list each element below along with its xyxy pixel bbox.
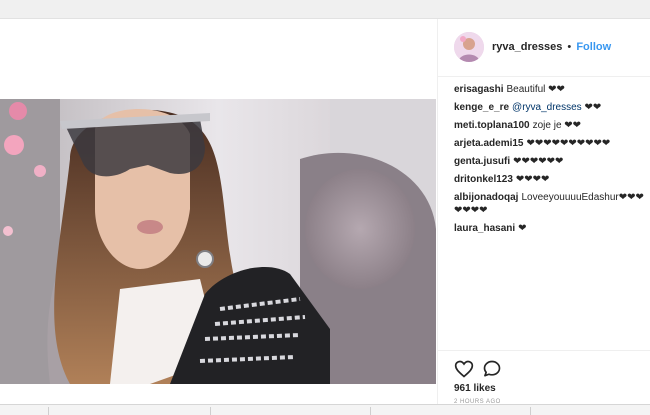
comment-text: ❤❤: [584, 102, 602, 113]
post-header-line: ryva_dresses • Follow: [492, 41, 611, 53]
comment-text: Beautiful ❤❤: [506, 84, 565, 95]
comment-username[interactable]: arjeta.ademi15: [454, 138, 524, 149]
comments-list: erisagashi Beautiful ❤❤ kenge_e_re @ryva_d…: [454, 83, 646, 240]
comment-text: ❤: [518, 223, 527, 234]
likes-count[interactable]: 961 likes: [454, 383, 496, 394]
comment-text: zoje je ❤❤: [532, 120, 582, 131]
post-photo[interactable]: [0, 99, 436, 384]
comment-mention[interactable]: @ryva_dresses: [512, 102, 582, 113]
follow-button[interactable]: Follow: [576, 41, 611, 53]
comment-icon[interactable]: [482, 359, 502, 379]
post-image: [0, 99, 436, 384]
comment-text: ❤❤❤❤❤❤❤❤❤❤: [526, 138, 611, 149]
avatar-image: [454, 32, 484, 62]
comment-4: arjeta.ademi15 ❤❤❤❤❤❤❤❤❤❤: [454, 137, 646, 150]
comment-username[interactable]: genta.jusufi: [454, 156, 510, 167]
comment-3: meti.toplana100 zoje je ❤❤: [454, 119, 646, 132]
comment-username[interactable]: kenge_e_re: [454, 102, 509, 113]
comment-2: kenge_e_re @ryva_dresses ❤❤: [454, 101, 646, 114]
post-actions: 961 likes 2 HOURS AGO: [438, 350, 650, 406]
comment-5: genta.jusufi ❤❤❤❤❤❤: [454, 155, 646, 168]
comment-username[interactable]: dritonkel123: [454, 174, 513, 185]
header-separator: •: [567, 41, 572, 53]
comment-8: laura_hasani ❤: [454, 222, 646, 235]
bottom-taskbar: [0, 404, 650, 415]
comment-text: ❤❤❤❤: [515, 174, 550, 185]
avatar[interactable]: [454, 32, 484, 62]
comment-username[interactable]: meti.toplana100: [454, 120, 530, 131]
post-username[interactable]: ryva_dresses: [492, 41, 562, 53]
post-header: ryva_dresses • Follow: [438, 19, 650, 77]
comment-text: ❤❤❤❤❤❤: [513, 156, 564, 167]
comment-username[interactable]: laura_hasani: [454, 223, 515, 234]
comment-username[interactable]: albijonadoqaj: [454, 192, 518, 203]
heart-icon[interactable]: [454, 359, 474, 379]
post-sidebar: ryva_dresses • Follow erisagashi Beautifu…: [437, 19, 650, 405]
comment-7: albijonadoqaj LoveeyouuuuEdashur❤❤❤❤❤❤❤: [454, 191, 646, 217]
comment-1: erisagashi Beautiful ❤❤: [454, 83, 646, 96]
post-card: ryva_dresses • Follow erisagashi Beautifu…: [0, 18, 650, 405]
comment-6: dritonkel123 ❤❤❤❤: [454, 173, 646, 186]
comment-username[interactable]: erisagashi: [454, 84, 503, 95]
